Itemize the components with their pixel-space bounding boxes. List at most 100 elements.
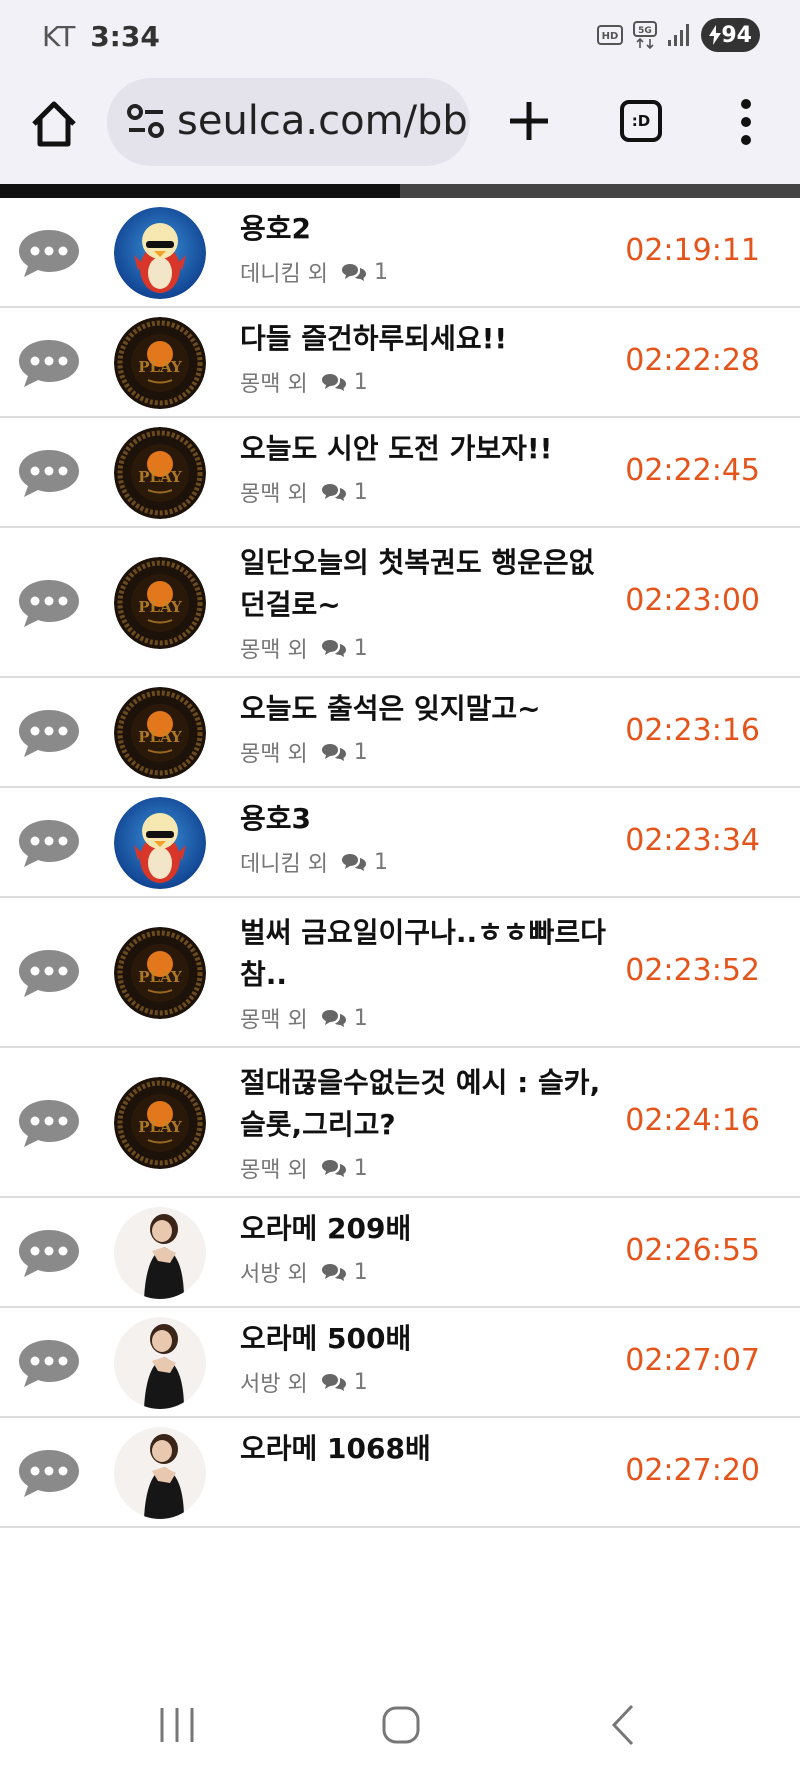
avatar[interactable]: PLAY [114,687,206,779]
home-icon[interactable] [28,98,80,150]
svg-text:PLAY: PLAY [138,358,182,376]
post-row[interactable]: PLAY 오늘도 출석은 잊지말고~ 몽맥 외 1 02:23:16 [0,678,800,788]
post-title[interactable]: 다들 즐건하루되세요!! [240,318,620,360]
avatar[interactable]: PLAY [114,927,206,1019]
status-right: HD 5G 94 [597,18,760,52]
avatar[interactable] [114,1427,206,1519]
battery-indicator: 94 [701,18,760,52]
post-author: 몽맥 외 [240,1008,308,1033]
tab-switcher-label: :D [631,112,651,130]
svg-text:5G: 5G [639,26,653,36]
page-load-progress [0,184,800,198]
post-meta: 몽맥 외 1 [240,736,620,768]
post-time: 02:23:34 [625,823,760,858]
post-text[interactable]: 오늘도 출석은 잊지말고~ 몽맥 외 1 [240,688,620,768]
site-settings-icon[interactable] [127,104,165,140]
comments-icon [321,1010,346,1027]
comment-count: 1 [373,259,388,285]
post-meta: 서방 외 1 [240,1366,620,1398]
post-title[interactable]: 일단오늘의 첫복권도 행운은없던걸로~ [240,542,620,626]
address-bar[interactable]: seulca.com/bbs [107,78,470,166]
status-bar: KT 3:34 HD 5G 94 [0,0,800,72]
svg-text:PLAY: PLAY [138,1118,182,1136]
post-list[interactable]: 용호2 데니킴 외 1 02:19:11 PLAY 다들 즐건하루되세요!! 몽맥 외 1 02… [0,198,800,1670]
tab-switcher-button[interactable]: :D [620,100,662,142]
comments-icon [321,744,346,761]
more-menu-icon[interactable] [736,98,756,146]
svg-text:HD: HD [602,31,619,42]
post-title[interactable]: 벌써 금요일이구나..ㅎㅎ빠르다참.. [240,912,620,996]
recent-apps-icon[interactable] [152,1700,202,1750]
comments-icon [321,640,346,657]
back-nav-icon[interactable] [600,1700,650,1750]
home-nav-icon[interactable] [376,1700,426,1750]
post-text[interactable]: 다들 즐건하루되세요!! 몽맥 외 1 [240,318,620,398]
post-text[interactable]: 오라메 1068배 [240,1428,620,1470]
avatar[interactable]: PLAY [114,317,206,409]
post-title[interactable]: 오늘도 시안 도전 가보자!! [240,428,620,470]
post-time: 02:19:11 [625,233,760,268]
avatar[interactable] [114,797,206,889]
post-row[interactable]: PLAY 벌써 금요일이구나..ㅎㅎ빠르다참.. 몽맥 외 1 02:23:52 [0,898,800,1048]
post-row[interactable]: 오라메 209배서방 외 1 02:26:55 [0,1198,800,1308]
comments-icon [321,374,346,391]
post-meta: 데니킴 외 1 [240,846,620,878]
avatar[interactable]: PLAY [114,1077,206,1169]
post-time: 02:22:28 [625,343,760,378]
avatar[interactable]: PLAY [114,557,206,649]
browser-toolbar: seulca.com/bbs :D [0,72,800,184]
avatar[interactable] [114,207,206,299]
carrier-label: KT [42,20,76,53]
svg-text:PLAY: PLAY [138,968,182,986]
comment-count: 1 [353,635,368,661]
post-text[interactable]: 용호2 데니킴 외 1 [240,208,620,288]
signal-icon [668,24,690,46]
post-text[interactable]: 용호3 데니킴 외 1 [240,798,620,878]
comment-count: 1 [373,849,388,875]
post-time: 02:26:55 [625,1233,760,1268]
svg-text:PLAY: PLAY [138,468,182,486]
chat-bubble-icon [16,1337,82,1389]
comment-count: 1 [353,479,368,505]
post-row[interactable]: 용호3 데니킴 외 1 02:23:34 [0,788,800,898]
post-row[interactable]: PLAY 다들 즐건하루되세요!! 몽맥 외 1 02:22:28 [0,308,800,418]
post-title[interactable]: 용호2 [240,208,620,250]
post-row[interactable]: PLAY 절대끊을수없는것 예시 : 슬카, 슬롯,그리고? 몽맥 외 1 02:24:… [0,1048,800,1198]
post-time: 02:24:16 [625,1103,760,1138]
post-title[interactable]: 오늘도 출석은 잊지말고~ [240,688,620,730]
system-nav-bar [0,1670,800,1778]
chat-bubble-icon [16,707,82,759]
avatar[interactable]: PLAY [114,427,206,519]
post-row[interactable]: 오라메 500배 서방 외 1 02:27:07 [0,1308,800,1418]
avatar[interactable] [114,1207,206,1299]
post-meta: 몽맥 외 1 [240,1152,620,1184]
post-meta: 몽맥 외 1 [240,476,620,508]
post-text[interactable]: 오라메 209배서방 외 1 [240,1208,620,1288]
new-tab-icon[interactable] [506,98,552,144]
battery-level: 94 [721,22,752,48]
post-time: 02:23:00 [625,583,760,618]
post-text[interactable]: 오늘도 시안 도전 가보자!! 몽맥 외 1 [240,428,620,508]
post-text[interactable]: 벌써 금요일이구나..ㅎㅎ빠르다참.. 몽맥 외 1 [240,912,620,1034]
post-title[interactable]: 오라메 209배 [240,1208,620,1250]
post-author: 서방 외 [240,1372,308,1397]
chat-bubble-icon [16,227,82,279]
post-author: 서방 외 [240,1262,308,1287]
post-title[interactable]: 오라메 1068배 [240,1428,620,1470]
post-row[interactable]: PLAY 일단오늘의 첫복권도 행운은없던걸로~ 몽맥 외 1 02:23:00 [0,528,800,678]
comment-count: 1 [353,1259,368,1285]
post-meta: 몽맥 외 1 [240,1002,620,1034]
post-title[interactable]: 오라메 500배 [240,1318,620,1360]
post-row[interactable]: 용호2 데니킴 외 1 02:19:11 [0,198,800,308]
post-title[interactable]: 절대끊을수없는것 예시 : 슬카, 슬롯,그리고? [240,1062,620,1146]
avatar[interactable] [114,1317,206,1409]
post-text[interactable]: 오라메 500배서방 외 1 [240,1318,620,1398]
chat-bubble-icon [16,817,82,869]
post-text[interactable]: 절대끊을수없는것 예시 : 슬카, 슬롯,그리고? 몽맥 외 1 [240,1062,620,1184]
comments-icon [321,484,346,501]
post-title[interactable]: 용호3 [240,798,620,840]
post-row[interactable]: 오라메 1068배 02:27:20 [0,1418,800,1528]
url-text[interactable]: seulca.com/bbs [177,98,470,144]
post-row[interactable]: PLAY 오늘도 시안 도전 가보자!! 몽맥 외 1 02:22:45 [0,418,800,528]
post-text[interactable]: 일단오늘의 첫복권도 행운은없던걸로~ 몽맥 외 1 [240,542,620,664]
